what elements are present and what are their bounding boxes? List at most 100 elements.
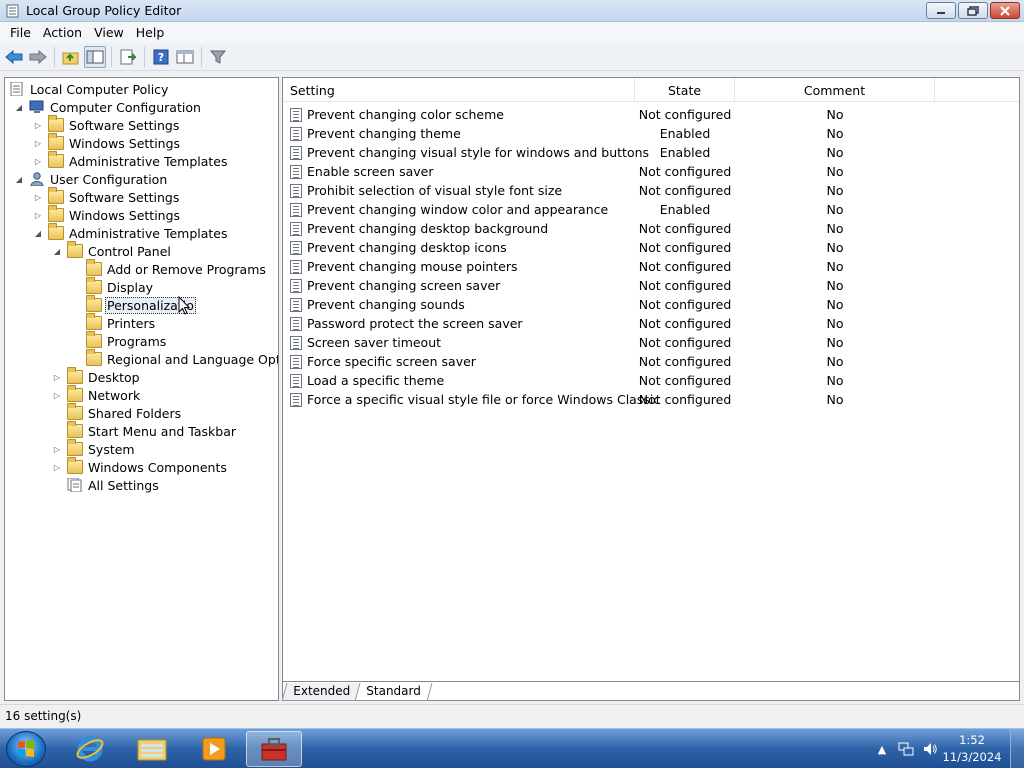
- tree-item-cc-windows-settings[interactable]: ▷ Windows Settings: [32, 133, 182, 152]
- tree-item-printers[interactable]: Printers: [70, 313, 157, 332]
- policy-row[interactable]: Enable screen saver Not configured No: [283, 162, 1019, 181]
- policy-comment: No: [826, 145, 844, 160]
- menu-help[interactable]: Help: [130, 22, 171, 43]
- tab-standard[interactable]: Standard: [354, 683, 433, 701]
- policy-setting-icon: [290, 279, 302, 293]
- tree-item-all-settings[interactable]: All Settings: [51, 476, 161, 494]
- column-header-comment[interactable]: Comment: [735, 78, 935, 102]
- network-tray-button[interactable]: [897, 740, 915, 758]
- show-desktop-button[interactable]: [1010, 729, 1024, 768]
- policy-row[interactable]: Prevent changing visual style for window…: [283, 143, 1019, 162]
- expand-arrow-icon[interactable]: ▷: [51, 389, 63, 401]
- restore-button[interactable]: [958, 2, 988, 19]
- taskbar-group-policy-editor[interactable]: [246, 731, 302, 767]
- expand-arrow-icon[interactable]: ▷: [32, 191, 44, 203]
- tree-item-network[interactable]: ▷ Network: [51, 385, 142, 404]
- tree-item-display[interactable]: Display: [70, 277, 155, 296]
- expand-arrow-icon[interactable]: ▷: [32, 119, 44, 131]
- tree-item-personalization[interactable]: Personalizatio: [70, 295, 196, 314]
- tree-item-cc-administrative-templates[interactable]: ▷ Administrative Templates: [32, 151, 230, 170]
- column-header-state[interactable]: State: [635, 78, 735, 102]
- tree-item-shared-folders[interactable]: Shared Folders: [51, 403, 183, 422]
- tab-extended[interactable]: Extended: [281, 683, 362, 701]
- expand-arrow-icon[interactable]: ▷: [32, 137, 44, 149]
- policy-state: Not configured: [638, 354, 732, 369]
- policy-row[interactable]: Prevent changing color scheme Not configu…: [283, 105, 1019, 124]
- policy-row[interactable]: Prevent changing screen saver Not configu…: [283, 276, 1019, 295]
- policy-row[interactable]: Prevent changing mouse pointers Not confi…: [283, 257, 1019, 276]
- tree-item-computer-configuration[interactable]: ◢ Computer Configuration: [13, 98, 203, 116]
- menu-action[interactable]: Action: [37, 22, 88, 43]
- show-hidden-icons-button[interactable]: ▲: [873, 740, 891, 758]
- policy-row[interactable]: Screen saver timeout Not configured No: [283, 333, 1019, 352]
- policy-setting-name: Prevent changing theme: [307, 126, 461, 141]
- policy-setting-name: Prevent changing mouse pointers: [307, 259, 518, 274]
- title-bar[interactable]: Local Group Policy Editor: [0, 0, 1024, 22]
- forward-button[interactable]: [27, 46, 49, 68]
- policy-row[interactable]: Prevent changing window color and appear…: [283, 200, 1019, 219]
- collapse-arrow-icon[interactable]: ◢: [32, 227, 44, 239]
- tree-item-desktop[interactable]: ▷ Desktop: [51, 367, 142, 386]
- tree-item-uc-administrative-templates[interactable]: ◢ Administrative Templates: [32, 223, 230, 242]
- help-button[interactable]: ?: [150, 46, 172, 68]
- policy-row[interactable]: Prevent changing theme Enabled No: [283, 124, 1019, 143]
- column-header-setting[interactable]: Setting: [283, 78, 635, 102]
- tree-item-windows-components[interactable]: ▷ Windows Components: [51, 457, 229, 476]
- up-one-level-button[interactable]: [60, 46, 82, 68]
- expand-arrow-icon[interactable]: ▷: [32, 209, 44, 221]
- toolbar-separator: [201, 46, 202, 67]
- policy-row[interactable]: Prevent changing desktop background Not c…: [283, 219, 1019, 238]
- policy-row[interactable]: Force a specific visual style file or fo…: [283, 390, 1019, 409]
- policy-document-icon: [10, 82, 23, 96]
- policy-setting-icon: [290, 241, 302, 255]
- policy-row[interactable]: Prevent changing sounds Not configured No: [283, 295, 1019, 314]
- tree-item-control-panel[interactable]: ◢ Control Panel: [51, 241, 173, 260]
- tree-item-system[interactable]: ▷ System: [51, 439, 137, 458]
- tree-label: Software Settings: [69, 189, 180, 205]
- collapse-arrow-icon[interactable]: ◢: [13, 173, 25, 185]
- properties-button[interactable]: [174, 46, 196, 68]
- collapse-arrow-icon[interactable]: ◢: [51, 245, 63, 257]
- policy-row[interactable]: Prevent changing desktop icons Not config…: [283, 238, 1019, 257]
- tree-label: Local Computer Policy: [30, 81, 169, 97]
- volume-tray-button[interactable]: [921, 740, 939, 758]
- tree-label: Administrative Templates: [69, 225, 228, 241]
- tree-item-cc-software-settings[interactable]: ▷ Software Settings: [32, 115, 181, 134]
- collapse-arrow-icon[interactable]: ◢: [13, 101, 25, 113]
- policy-row[interactable]: Password protect the screen saver Not con…: [283, 314, 1019, 333]
- expand-arrow-icon[interactable]: ▷: [32, 155, 44, 167]
- expand-arrow-icon[interactable]: ▷: [51, 371, 63, 383]
- back-button[interactable]: [3, 46, 25, 68]
- tree-item-add-remove-programs[interactable]: Add or Remove Programs: [70, 259, 268, 278]
- clock[interactable]: 1:52 11/3/2024: [942, 732, 1002, 766]
- tree-item-uc-software-settings[interactable]: ▷ Software Settings: [32, 187, 181, 206]
- taskbar-media-player[interactable]: [186, 731, 242, 767]
- policy-row[interactable]: Prohibit selection of visual style font …: [283, 181, 1019, 200]
- tree-item-uc-windows-settings[interactable]: ▷ Windows Settings: [32, 205, 182, 224]
- show-hide-tree-button[interactable]: [84, 45, 106, 68]
- policy-row[interactable]: Force specific screen saver Not configure…: [283, 352, 1019, 371]
- start-button[interactable]: [6, 731, 46, 767]
- menu-file[interactable]: File: [4, 22, 37, 43]
- tree-item-regional-language[interactable]: Regional and Language Options: [70, 349, 278, 368]
- policy-row[interactable]: Load a specific theme Not configured No: [283, 371, 1019, 390]
- policy-setting-icon: [290, 127, 302, 141]
- menu-view[interactable]: View: [88, 22, 130, 43]
- taskbar-windows-explorer[interactable]: [124, 731, 180, 767]
- taskbar-internet-explorer[interactable]: [62, 731, 118, 767]
- filter-button[interactable]: [207, 46, 229, 68]
- close-button[interactable]: [990, 2, 1020, 19]
- minimize-button[interactable]: [926, 2, 956, 19]
- expand-arrow-icon[interactable]: ▷: [51, 443, 63, 455]
- tree-item-start-menu-taskbar[interactable]: Start Menu and Taskbar: [51, 421, 238, 440]
- tree-item-local-computer-policy[interactable]: Local Computer Policy: [7, 80, 170, 98]
- tree-item-user-configuration[interactable]: ◢ User Configuration: [13, 170, 169, 188]
- tree-item-programs[interactable]: Programs: [70, 331, 168, 350]
- expand-arrow-icon[interactable]: ▷: [51, 461, 63, 473]
- policy-comment: No: [826, 126, 844, 141]
- export-list-button[interactable]: [117, 46, 139, 68]
- tree-pane[interactable]: Local Computer Policy ◢ Computer Configu…: [4, 77, 279, 701]
- policy-setting-icon: [290, 298, 302, 312]
